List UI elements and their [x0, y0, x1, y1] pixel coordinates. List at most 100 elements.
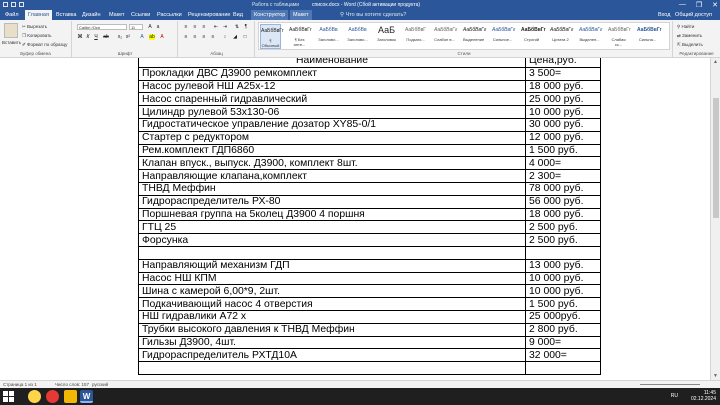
item-name-cell[interactable]: ТНВД Меффин	[138, 181, 526, 196]
item-price-cell[interactable]: 1 500 руб.	[525, 297, 601, 311]
tab-references[interactable]: Ссылки	[131, 12, 150, 18]
item-name-cell[interactable]: Подкачивающий насос 4 отверстия	[138, 297, 526, 311]
item-price-cell[interactable]: 3 500=	[525, 66, 601, 81]
item-price-cell[interactable]: 32 000=	[525, 348, 601, 363]
item-price-cell[interactable]: 13 000 руб.	[525, 258, 601, 273]
redo-icon[interactable]	[19, 2, 24, 7]
minimize-button[interactable]: —	[679, 1, 686, 9]
bold-icon[interactable]: Ж	[77, 34, 83, 40]
line-spacing-icon[interactable]: ↕	[222, 34, 228, 40]
item-price-cell[interactable]: 2 800 руб.	[525, 322, 601, 337]
style-title[interactable]: АаБ Заголовок	[376, 24, 397, 49]
numbering-icon[interactable]: ≡	[192, 24, 198, 30]
tab-view[interactable]: Вид	[233, 12, 243, 18]
yandex-browser-icon[interactable]	[46, 390, 59, 403]
style-intense-quote[interactable]: АаБбВвГг Выделен...	[579, 24, 602, 49]
vertical-scrollbar[interactable]: ▲ ▼	[710, 58, 720, 380]
item-name-cell[interactable]: Насос спаренный гидравлический	[138, 92, 526, 107]
cut-button[interactable]: ✂ Вырезать	[22, 24, 47, 30]
item-name-cell[interactable]: Гидрораспределитель РХТД10А	[138, 348, 526, 363]
item-name-cell[interactable]: Направляющий механизм ГДП	[138, 258, 526, 273]
italic-icon[interactable]: К	[85, 34, 91, 40]
tab-insert[interactable]: Вставка	[56, 12, 76, 18]
style-subtle-emphasis[interactable]: АаБбВвГг Слабое в...	[434, 24, 457, 49]
item-name-cell[interactable]	[138, 361, 526, 375]
borders-icon[interactable]: □	[242, 34, 248, 40]
copy-button[interactable]: ❐ Копировать	[22, 33, 52, 39]
folder-icon[interactable]	[64, 390, 77, 403]
style-subtitle[interactable]: АаБбВвГ Подзаго...	[405, 24, 426, 49]
sort-icon[interactable]: ⇅	[234, 24, 240, 30]
item-price-cell[interactable]: 18 000 руб.	[525, 79, 601, 94]
text-effects-icon[interactable]: A	[139, 34, 145, 40]
item-name-cell[interactable]: Насос НШ КПМ	[138, 271, 526, 286]
item-price-cell[interactable]: 10 000 руб.	[525, 284, 601, 299]
input-language[interactable]: RU	[671, 393, 678, 399]
item-price-cell[interactable]: 2 500 руб.	[525, 220, 601, 235]
align-right-icon[interactable]: ≡	[201, 34, 207, 40]
item-price-cell[interactable]: 78 000 руб.	[525, 181, 601, 196]
item-name-cell[interactable]	[138, 245, 526, 260]
replace-button[interactable]: ⇄ Заменить	[677, 33, 702, 39]
decrease-indent-icon[interactable]: ⇤	[213, 24, 219, 30]
item-name-cell[interactable]: Рем.комплект ГДП6860	[138, 143, 526, 158]
item-price-cell[interactable]: 25 000 руб.	[525, 92, 601, 107]
item-name-cell[interactable]: Поршневая группа на 5колец Д3900 4 поршн…	[138, 207, 526, 222]
item-price-cell[interactable]	[525, 245, 601, 260]
item-price-cell[interactable]: 10 000 руб.	[525, 105, 601, 119]
justify-icon[interactable]: ≡	[210, 34, 216, 40]
item-price-cell[interactable]: 56 000 руб.	[525, 194, 601, 209]
shading-icon[interactable]: ◢	[232, 34, 238, 40]
tab-file[interactable]: Файл	[5, 12, 19, 18]
tell-me-search[interactable]: ⚲ Что вы хотите сделать?	[340, 12, 406, 18]
item-name-cell[interactable]: Насос рулевой НШ А25х-12	[138, 79, 526, 94]
item-name-cell[interactable]: Трубки высокого давления к ТНВД Меффин	[138, 322, 526, 337]
scroll-up-icon[interactable]: ▲	[713, 59, 718, 65]
scroll-thumb[interactable]	[713, 98, 719, 218]
tab-home[interactable]: Главная	[25, 10, 52, 20]
grow-font-icon[interactable]: A	[147, 24, 153, 30]
item-price-cell[interactable]: 30 000 руб.	[525, 117, 601, 132]
restore-button[interactable]: ❐	[696, 1, 702, 9]
style-intense-reference[interactable]: АаБбВвГг Сильна...	[637, 24, 662, 49]
strikethrough-icon[interactable]: ab	[103, 34, 109, 40]
item-name-cell[interactable]: Гильзы Д3900, 4шт.	[138, 335, 526, 350]
system-clock[interactable]: 11:45 02.12.2024	[691, 390, 716, 402]
undo-icon[interactable]	[11, 2, 16, 7]
style-subtle-reference[interactable]: АаБбВвГг Слабая сс...	[608, 24, 631, 49]
tab-review[interactable]: Рецензирование	[188, 12, 230, 18]
paste-button[interactable]: Вставить	[2, 40, 21, 45]
item-name-cell[interactable]: Шина с камерой 6,00*9, 2шт.	[138, 284, 526, 299]
item-price-cell[interactable]: 1 500 руб.	[525, 143, 601, 158]
subscript-icon[interactable]: x₂	[117, 34, 123, 40]
font-size-select[interactable]: 11	[129, 24, 143, 30]
format-painter-button[interactable]: ✐ Формат по образцу	[22, 42, 67, 48]
tab-mailings[interactable]: Рассылки	[157, 12, 182, 18]
zoom-slider[interactable]	[640, 384, 700, 385]
item-price-cell[interactable]: 12 000 руб.	[525, 130, 601, 145]
close-button[interactable]: ✕	[712, 1, 718, 9]
item-name-cell[interactable]: Направляющие клапана,комплект	[138, 169, 526, 183]
style-intense-emphasis[interactable]: АаБбВвГг Сильное...	[492, 24, 515, 49]
sign-in-link[interactable]: Вход Общий доступ	[658, 12, 712, 18]
item-name-cell[interactable]: Клапан впуск., выпуск. Д3900, комплект 8…	[138, 156, 526, 171]
tab-table-design[interactable]: Конструктор	[251, 10, 289, 20]
item-name-cell[interactable]: Прокладки ДВС Д3900 ремкомплект	[138, 66, 526, 81]
language-indicator[interactable]: русский	[92, 382, 108, 387]
tab-layout[interactable]: Макет	[109, 12, 125, 18]
page-count[interactable]: Страница 1 из 1	[3, 382, 37, 387]
item-name-cell[interactable]: ГТЦ 25	[138, 220, 526, 235]
item-price-cell[interactable]: 25 000руб.	[525, 309, 601, 324]
item-name-cell[interactable]: Форсунка	[138, 233, 526, 247]
item-price-cell[interactable]: 4 000=	[525, 156, 601, 171]
item-price-cell[interactable]: 18 000 руб.	[525, 207, 601, 222]
style-heading-1[interactable]: АаБбВв Заголово...	[318, 24, 339, 49]
tab-design[interactable]: Дизайн	[82, 12, 101, 18]
item-name-cell[interactable]: Гидрораспределитель РХ-80	[138, 194, 526, 209]
item-price-cell[interactable]: 10 000 руб.	[525, 271, 601, 286]
align-center-icon[interactable]: ≡	[192, 34, 198, 40]
font-family-select[interactable]: Calibri (Осн	[77, 24, 127, 30]
underline-icon[interactable]: Ч	[93, 34, 99, 40]
style-normal[interactable]: АаБбВвГг ¶ Обычный	[260, 24, 284, 49]
paste-icon[interactable]	[4, 23, 18, 38]
